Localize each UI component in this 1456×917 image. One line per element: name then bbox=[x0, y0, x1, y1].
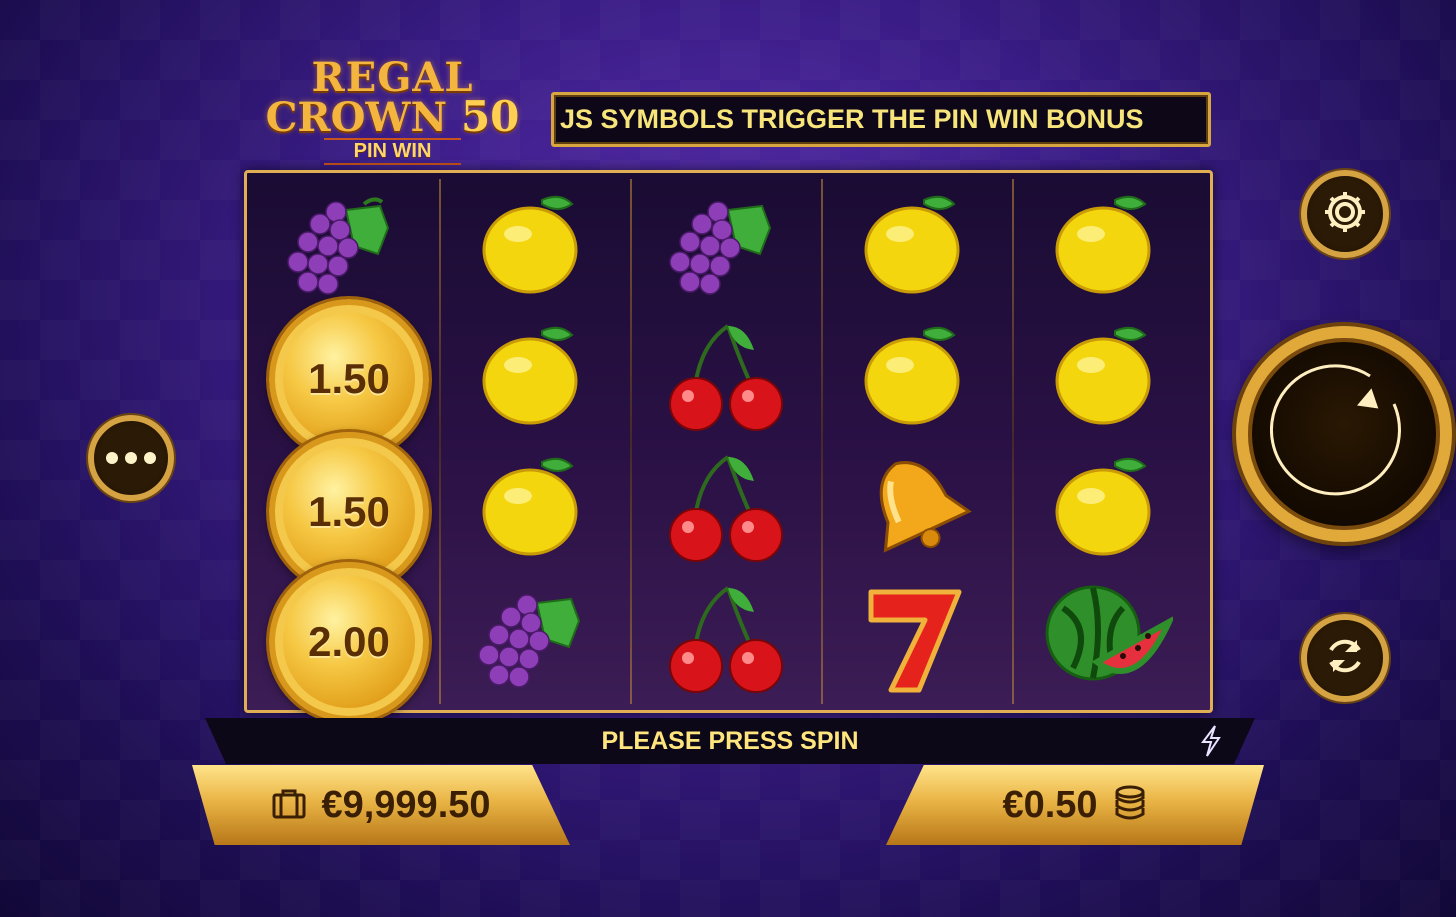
menu-dot bbox=[144, 452, 156, 464]
logo-subtitle: PIN WIN bbox=[323, 138, 462, 165]
game-logo: REGAL CROWN 50 PIN WIN bbox=[250, 58, 535, 168]
turbo-icon[interactable] bbox=[1199, 724, 1223, 763]
autoplay-icon bbox=[1321, 632, 1369, 685]
bet-panel[interactable]: €0.50 bbox=[886, 765, 1264, 845]
coin-stack-icon bbox=[1112, 784, 1148, 827]
reel-3 bbox=[631, 179, 821, 704]
coin-value: 1.50 bbox=[308, 488, 390, 535]
coin-symbol: 2.00 bbox=[269, 562, 429, 722]
autoplay-button[interactable] bbox=[1301, 614, 1389, 702]
menu-dot bbox=[106, 452, 118, 464]
reel-4 bbox=[822, 179, 1012, 704]
cherries-symbol bbox=[631, 310, 821, 441]
lemon-symbol bbox=[1013, 441, 1203, 572]
grapes-symbol bbox=[440, 572, 630, 703]
cherries-symbol bbox=[631, 441, 821, 572]
lemon-symbol bbox=[822, 310, 1012, 441]
lemon-symbol bbox=[822, 179, 1012, 310]
menu-dot bbox=[125, 452, 137, 464]
marquee-text: JS SYMBOLS TRIGGER THE PIN WIN BONUS bbox=[560, 104, 1144, 134]
balance-panel: €9,999.50 bbox=[192, 765, 570, 845]
info-marquee: JS SYMBOLS TRIGGER THE PIN WIN BONUS bbox=[551, 92, 1211, 147]
bell-symbol bbox=[822, 441, 1012, 572]
lemon-symbol bbox=[440, 179, 630, 310]
grapes-symbol bbox=[631, 179, 821, 310]
logo-line-crown: CROWN 50 bbox=[250, 96, 535, 138]
logo-number: 50 bbox=[460, 92, 520, 141]
watermelon-symbol bbox=[1013, 572, 1203, 703]
balance-value: €9,999.50 bbox=[321, 783, 491, 826]
seven-symbol bbox=[822, 572, 1012, 703]
reel-2 bbox=[440, 179, 630, 704]
reel-1: 1.50 1.50 2.00 bbox=[249, 179, 439, 722]
coin-value: 1.50 bbox=[308, 355, 390, 402]
lemon-symbol bbox=[1013, 179, 1203, 310]
spin-button[interactable] bbox=[1236, 326, 1452, 542]
briefcase-icon bbox=[271, 787, 307, 824]
bet-value: €0.50 bbox=[1002, 783, 1098, 826]
spin-arrow-icon bbox=[1270, 360, 1418, 513]
gear-icon bbox=[1321, 188, 1369, 241]
coin-value: 2.00 bbox=[308, 618, 390, 665]
lemon-symbol bbox=[1013, 310, 1203, 441]
lemon-symbol bbox=[440, 441, 630, 572]
grapes-symbol bbox=[249, 179, 439, 310]
menu-button[interactable] bbox=[88, 415, 174, 501]
settings-button[interactable] bbox=[1301, 170, 1389, 258]
reel-5 bbox=[1013, 179, 1203, 704]
lemon-symbol bbox=[440, 310, 630, 441]
status-bar: PLEASE PRESS SPIN bbox=[205, 718, 1255, 764]
reels-area: 1.50 1.50 2.00 bbox=[244, 170, 1213, 722]
cherries-symbol bbox=[631, 572, 821, 703]
status-message: PLEASE PRESS SPIN bbox=[601, 726, 859, 755]
logo-crown-word: CROWN bbox=[265, 94, 447, 141]
